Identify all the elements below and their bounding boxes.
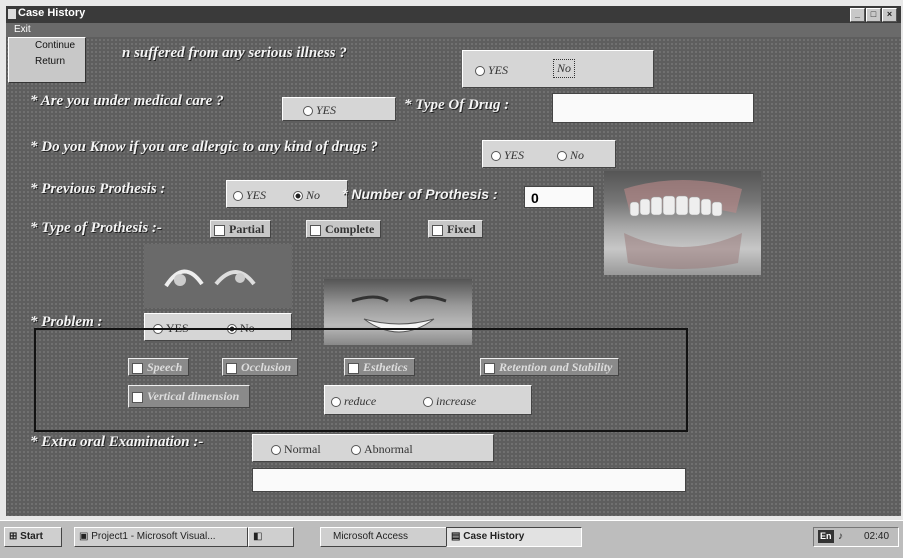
window-title: Case History (18, 7, 86, 19)
taskbar: ⊞ Start ▣ Project1 - Microsoft Visual...… (0, 520, 903, 558)
normal-radio[interactable]: Normal (271, 442, 321, 457)
allergy-yes-radio[interactable]: YES (491, 148, 524, 163)
allergy-group: YES No (482, 140, 616, 168)
close-button[interactable]: × (882, 8, 897, 22)
taskbar-item-quicklaunch[interactable]: ◧ (248, 527, 294, 547)
form-icon: ▤ (451, 531, 464, 542)
app-icon[interactable] (8, 9, 16, 19)
case-history-window: Case History _ □ × Exit Continue Return … (6, 6, 901, 516)
denture-photo (604, 171, 761, 275)
serious-illness-group: YES No (462, 50, 654, 88)
allergy-no-radio[interactable]: No (557, 148, 584, 163)
language-indicator[interactable]: En (818, 530, 834, 543)
increase-radio[interactable]: increase (423, 394, 476, 409)
serious-illness-label: n suffered from any serious illness ? (122, 45, 347, 61)
partial-denture-photo (144, 244, 292, 308)
menu-exit[interactable]: Exit (14, 24, 31, 35)
extra-oral-examination-label: * Extra oral Examination :- (30, 434, 204, 450)
serious-illness-yes-radio[interactable]: YES (475, 63, 508, 78)
vertical-dimension-group: reduce increase (324, 385, 532, 415)
clock: 02:40 (864, 531, 890, 542)
app-icon-small: ◧ (253, 531, 263, 542)
type-of-prothesis-label: * Type of Prothesis :- (30, 220, 162, 236)
esthetics-checkbox[interactable]: Esthetics (344, 358, 415, 376)
exit-menu-dropdown: Continue Return (8, 37, 86, 83)
partial-denture-image (164, 269, 256, 288)
type-of-drug-label: * Type Of Drug : (404, 97, 510, 113)
extra-oral-notes-input[interactable] (252, 468, 686, 492)
number-of-prothesis-label: * Number of Prothesis : (342, 186, 498, 202)
extra-oral-group: Normal Abnormal (252, 434, 494, 462)
type-of-drug-input[interactable] (552, 93, 754, 123)
serious-illness-no-radio[interactable]: No (553, 59, 576, 78)
retention-stability-checkbox[interactable]: Retention and Stability (480, 358, 620, 376)
title-bar: Case History _ □ × (6, 6, 901, 23)
start-button[interactable]: ⊞ Start (4, 527, 62, 547)
maximize-button[interactable]: □ (866, 8, 881, 22)
taskbar-item-access[interactable]: Microsoft Access (320, 527, 452, 547)
speech-checkbox[interactable]: Speech (128, 358, 190, 376)
speaker-icon[interactable]: ♪ (838, 528, 843, 546)
previous-prothesis-label: * Previous Prothesis : (30, 181, 166, 197)
medical-care-yes-radio[interactable]: YES (303, 103, 336, 118)
taskbar-item-case-history[interactable]: ▤ Case History (446, 527, 582, 547)
menu-bar: Exit (6, 23, 901, 37)
fixed-checkbox[interactable]: Fixed (428, 220, 483, 238)
reduce-radio[interactable]: reduce (331, 394, 376, 409)
medical-care-group: YES (282, 97, 396, 121)
partial-checkbox[interactable]: Partial (210, 220, 272, 238)
allergy-label: * Do you Know if you are allergic to any… (30, 139, 378, 155)
medical-care-label: * Are you under medical care ? (30, 93, 224, 109)
minimize-button[interactable]: _ (850, 8, 865, 22)
complete-checkbox[interactable]: Complete (306, 220, 382, 238)
previous-prothesis-group: YES No (226, 180, 348, 208)
previous-prothesis-no-radio[interactable]: No (293, 188, 320, 203)
previous-prothesis-yes-radio[interactable]: YES (233, 188, 266, 203)
system-tray: En ♪ 02:40 (813, 527, 899, 547)
occlusion-checkbox[interactable]: Occlusion (222, 358, 299, 376)
vertical-dimension-checkbox[interactable]: Vertical dimension (128, 385, 251, 408)
windows-logo-icon: ⊞ (9, 531, 21, 542)
taskbar-item-project1[interactable]: ▣ Project1 - Microsoft Visual... (74, 527, 248, 547)
number-of-prothesis-input[interactable]: 0 (524, 186, 594, 208)
problem-details-frame: Speech Occlusion Esthetics Retention and… (34, 328, 688, 432)
menu-item-return[interactable]: Return (9, 54, 85, 70)
denture-image (624, 180, 742, 269)
vb-icon: ▣ (79, 531, 92, 542)
menu-item-continue[interactable]: Continue (9, 38, 85, 54)
abnormal-radio[interactable]: Abnormal (351, 442, 413, 457)
